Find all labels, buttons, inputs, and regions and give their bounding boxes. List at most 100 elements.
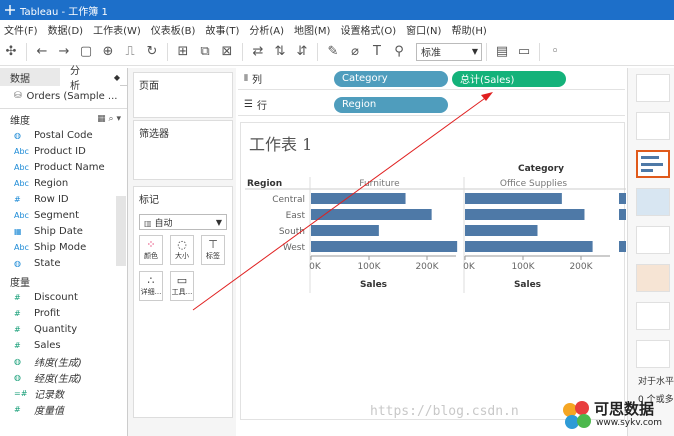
refresh-icon[interactable]: ↻ — [141, 41, 163, 63]
show-me-lines[interactable] — [636, 226, 670, 254]
measure-field[interactable]: ◍ 纬度(生成) — [0, 353, 127, 369]
save-icon[interactable]: ▢ — [75, 41, 97, 63]
rows-label-text: 行 — [256, 101, 267, 112]
dimension-field-label: Product ID — [34, 145, 86, 157]
size-button-label: 大小 — [175, 252, 189, 260]
dimension-field-label: Ship Date — [34, 225, 83, 237]
detail-button[interactable]: ∴ 详细... — [139, 271, 163, 301]
menu-help[interactable]: 帮助(H) — [447, 22, 492, 37]
share-icon[interactable]: ◦ — [544, 41, 566, 63]
measure-field[interactable]: # Profit — [0, 305, 127, 321]
group-members-icon[interactable]: ⌀ — [344, 41, 366, 63]
row-label: East — [286, 211, 306, 221]
dimension-field[interactable]: Abc Product Name — [0, 159, 127, 175]
size-button[interactable]: ◌ 大小 — [170, 235, 194, 265]
pause-updates-icon[interactable]: ⎍ — [119, 41, 141, 63]
dimension-field[interactable]: Abc Segment — [0, 207, 127, 223]
color-button[interactable]: ⁘ 颜色 — [139, 235, 163, 265]
number-type-icon: # — [14, 404, 21, 414]
menu-dashboard[interactable]: 仪表板(B) — [147, 22, 202, 37]
dimension-field[interactable]: Abc Region — [0, 175, 127, 191]
chevron-down-icon[interactable]: ▾ — [116, 114, 121, 124]
show-me-treemap[interactable] — [636, 188, 670, 216]
highlight-icon[interactable]: ✎ — [322, 41, 344, 63]
undo-icon[interactable]: ← — [31, 41, 53, 63]
show-labels-icon[interactable]: T — [366, 41, 388, 63]
tab-analytics[interactable]: 分析 ◆ — [60, 66, 120, 92]
menu-format[interactable]: 设置格式(O) — [336, 22, 402, 37]
redo-icon[interactable]: → — [53, 41, 75, 63]
show-cards-icon[interactable]: ▤ — [491, 41, 513, 63]
bar — [465, 241, 593, 252]
show-me-scatter[interactable] — [636, 302, 670, 330]
x-tick-label: 100K — [511, 262, 535, 272]
presentation-mode-icon[interactable]: ▭ — [513, 41, 535, 63]
menu-story[interactable]: 故事(T) — [201, 22, 245, 37]
string-type-icon: Abc — [14, 210, 29, 220]
measure-field[interactable]: # 度量值 — [0, 401, 127, 417]
toolbar-separator — [539, 42, 540, 61]
pages-card[interactable]: 页面 — [133, 72, 233, 118]
measure-field[interactable]: =# 记录数 — [0, 385, 127, 401]
mark-type-value-text: 自动 — [154, 218, 173, 229]
detail-icon: ∴ — [147, 274, 155, 287]
tab-data-label: 数据 — [10, 73, 30, 85]
menu-window[interactable]: 窗口(N) — [402, 22, 447, 37]
x-axis-title: Sales — [360, 280, 387, 290]
measure-field[interactable]: ◍ 经度(生成) — [0, 369, 127, 385]
dimension-field[interactable]: # Row ID — [0, 191, 127, 207]
row-label: Central — [272, 195, 305, 205]
fit-select[interactable]: 标准 ▼ — [416, 42, 482, 61]
sort-ascending-icon[interactable]: ⇅ — [269, 41, 291, 63]
search-icon[interactable]: ⌕ — [109, 114, 114, 124]
dimension-field[interactable]: Abc Product ID — [0, 143, 127, 159]
menu-map[interactable]: 地图(M) — [290, 22, 336, 37]
menu-worksheet[interactable]: 工作表(W) — [89, 22, 147, 37]
row-pill-region[interactable]: Region — [334, 96, 448, 113]
rows-shelf[interactable]: ☰ 行 Region — [238, 94, 625, 116]
duplicate-sheet-icon[interactable]: ⧉ — [194, 41, 216, 63]
pane-menu-icon[interactable]: ◆ — [114, 73, 120, 82]
column-pill-category[interactable]: Category — [334, 70, 448, 87]
dimension-field[interactable]: Abc Ship Mode — [0, 239, 127, 255]
tableau-start-icon[interactable]: ✣ — [0, 41, 22, 63]
fix-axes-icon[interactable]: ⚲ — [388, 41, 410, 63]
dimension-field[interactable]: ◍ State — [0, 255, 127, 271]
data-pane: 数据 分析 ◆ ⛁ Orders (Sample ... 维度 ▦ ⌕ ▾ ◍ Po… — [0, 66, 128, 436]
measure-field[interactable]: # Discount — [0, 289, 127, 305]
tab-data[interactable]: 数据 — [0, 68, 60, 86]
menu-file[interactable]: 文件(F) — [0, 22, 44, 37]
worksheet-view[interactable]: 工作表 1 Category Region Furniture 0K 100K 200K S… — [240, 122, 626, 420]
dimension-field-label: Product Name — [34, 161, 105, 173]
color-button-label: 颜色 — [144, 252, 158, 260]
scrollbar[interactable] — [116, 196, 126, 266]
rows-shelf-label: ☰ 行 — [238, 97, 334, 112]
show-me-gantt[interactable] — [636, 340, 670, 368]
show-me-text-table[interactable] — [636, 74, 670, 102]
tooltip-button[interactable]: ▭ 工具... — [170, 271, 194, 301]
clear-sheet-icon[interactable]: ⊠ — [216, 41, 238, 63]
filters-card[interactable]: 筛选器 — [133, 120, 233, 180]
menu-data[interactable]: 数据(D) — [44, 22, 90, 37]
sort-descending-icon[interactable]: ⇵ — [291, 41, 313, 63]
bar — [311, 209, 432, 220]
show-me-horizontal-bars[interactable] — [636, 150, 670, 178]
dimension-field[interactable]: ▦ Ship Date — [0, 223, 127, 239]
dimension-field[interactable]: ◍ Postal Code — [0, 127, 127, 143]
new-datasource-icon[interactable]: ⊕ — [97, 41, 119, 63]
show-me-symbol-map[interactable] — [636, 112, 670, 140]
swap-rows-columns-icon[interactable]: ⇄ — [247, 41, 269, 63]
label-button[interactable]: ⊤ 标签 — [201, 235, 225, 265]
measure-field-label: Profit — [34, 307, 61, 319]
mark-type-select[interactable]: ▥ 自动 ▼ — [139, 214, 227, 230]
menu-analysis[interactable]: 分析(A) — [245, 22, 290, 37]
show-me-area[interactable] — [636, 264, 670, 292]
measure-field[interactable]: # Sales — [0, 337, 127, 353]
column-pill-sum-sales[interactable]: 总计(Sales) — [452, 70, 566, 87]
columns-shelf[interactable]: ⦀ 列 Category 总计(Sales) — [238, 68, 625, 90]
measure-field[interactable]: # Quantity — [0, 321, 127, 337]
calendar-icon: ▦ — [14, 226, 22, 236]
new-worksheet-icon[interactable]: ⊞ — [172, 41, 194, 63]
grid-icon[interactable]: ▦ — [97, 114, 106, 124]
datasource-item[interactable]: ⛁ Orders (Sample ... — [0, 86, 127, 106]
